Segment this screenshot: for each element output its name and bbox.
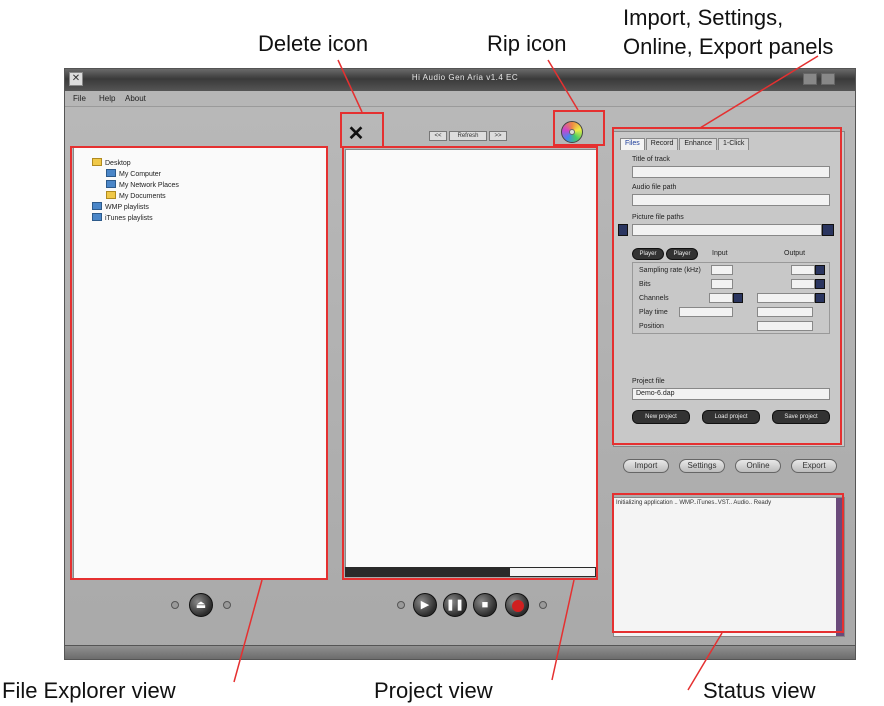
- online-button[interactable]: Online: [735, 459, 781, 473]
- pause-button[interactable]: ❚❚: [443, 593, 467, 617]
- window-title: Hi Audio Gen Aria v1.4 EC: [411, 73, 519, 82]
- bottom-status-bar: [65, 645, 855, 659]
- import-button[interactable]: Import: [623, 459, 669, 473]
- close-button[interactable]: [821, 73, 835, 85]
- settings-button[interactable]: Settings: [679, 459, 725, 473]
- callout-project-view: Project view: [374, 678, 493, 703]
- record-icon: [512, 600, 524, 612]
- play-button[interactable]: ▶: [413, 593, 437, 617]
- highlight-file-explorer: [70, 146, 328, 580]
- pause-icon: ❚❚: [445, 599, 465, 611]
- menu-bar: File Help About: [65, 91, 855, 107]
- highlight-delete-icon: [340, 112, 384, 148]
- project-next-button[interactable]: >>: [489, 131, 507, 141]
- explorer-left-nub: [171, 601, 179, 609]
- title-bar: ✕ Hi Audio Gen Aria v1.4 EC: [65, 69, 855, 91]
- project-prev-button[interactable]: <<: [429, 131, 447, 141]
- export-button[interactable]: Export: [791, 459, 837, 473]
- menu-help[interactable]: Help: [99, 94, 115, 103]
- highlight-rip-icon: [553, 110, 605, 146]
- highlight-project-view: [342, 146, 598, 580]
- record-button[interactable]: [505, 593, 529, 617]
- menu-about[interactable]: About: [125, 94, 146, 103]
- callout-delete-icon: Delete icon: [258, 31, 369, 56]
- eject-button[interactable]: ⏏: [189, 593, 213, 617]
- app-logo-icon: ✕: [69, 72, 83, 86]
- stop-icon: ■: [481, 599, 489, 611]
- callout-panels-line2: Online, Export panels: [623, 34, 834, 59]
- callout-rip-icon: Rip icon: [487, 31, 567, 56]
- highlight-status-view: [612, 493, 844, 633]
- menu-file[interactable]: File: [73, 94, 86, 103]
- stop-button[interactable]: ■: [473, 593, 497, 617]
- minimize-button[interactable]: [803, 73, 817, 85]
- play-icon: ▶: [420, 599, 430, 611]
- highlight-panels: [612, 127, 842, 445]
- transport-left-nub: [397, 601, 405, 609]
- callout-panels-line1: Import, Settings,: [623, 5, 784, 30]
- eject-icon: ⏏: [195, 599, 207, 611]
- callout-file-explorer: File Explorer view: [2, 678, 176, 703]
- transport-right-nub: [539, 601, 547, 609]
- explorer-right-nub: [223, 601, 231, 609]
- project-refresh-button[interactable]: Refresh: [449, 131, 487, 141]
- callout-status-view: Status view: [703, 678, 816, 703]
